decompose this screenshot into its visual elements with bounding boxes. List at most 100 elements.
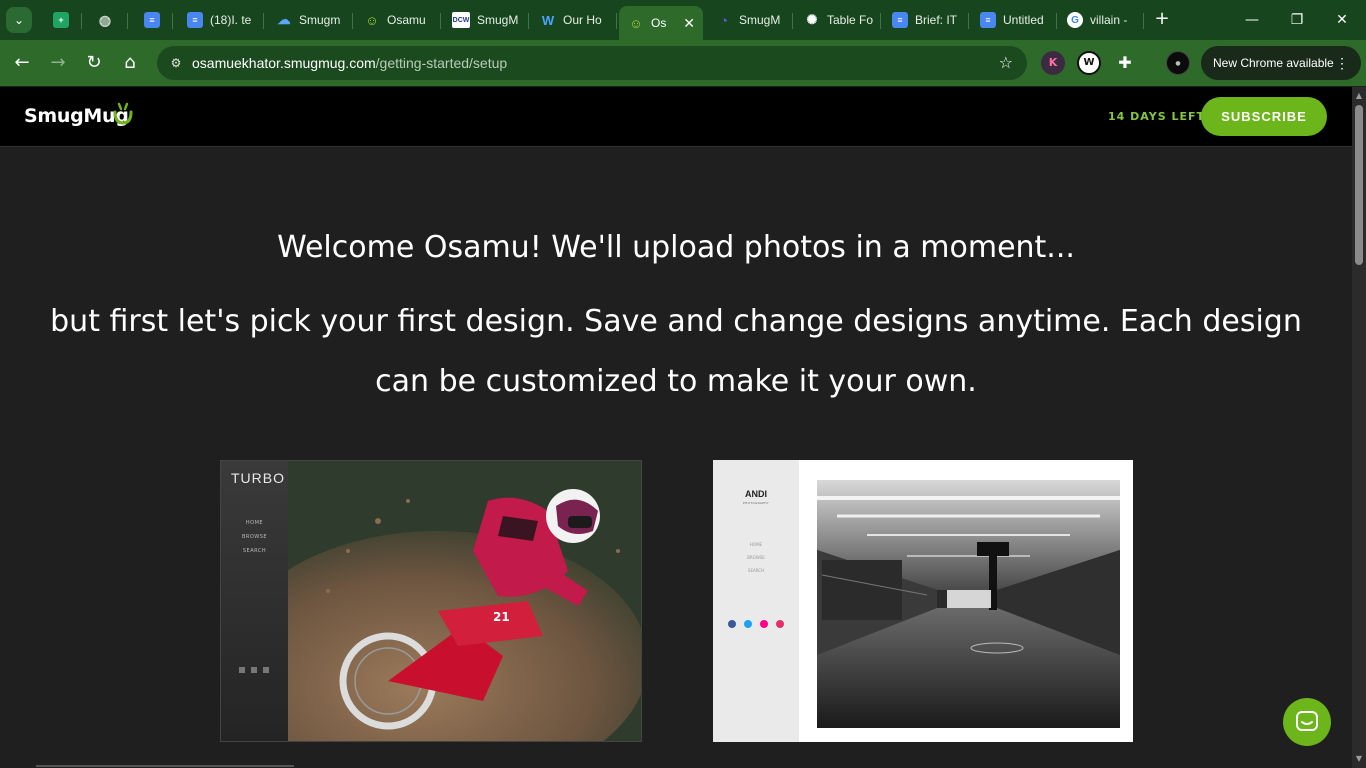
new-tab-button[interactable]: + — [1151, 8, 1173, 30]
tab-active-osamu[interactable]: ☺ Os ✕ — [619, 6, 703, 40]
preview-nav-item: SEARCH — [242, 548, 267, 554]
close-icon: ✕ — [1336, 12, 1348, 28]
tab-label: SmugM — [477, 13, 519, 27]
google-docs-icon: ≡ — [187, 12, 203, 28]
google-icon: G — [1067, 12, 1083, 28]
welcome-title: Welcome Osamu! We'll upload photos in a … — [277, 230, 1075, 265]
swirl-icon: ◔ — [720, 12, 728, 28]
page-scrollbar[interactable]: ▲ ▼ — [1352, 87, 1366, 768]
tab-osamu[interactable]: ☺ Osamu — [355, 5, 441, 35]
tab-label: villain - — [1090, 13, 1128, 27]
tab-our-home[interactable]: W Our Ho — [531, 5, 617, 35]
arrow-right-icon: → — [50, 52, 66, 73]
plus-icon: + — [1154, 8, 1170, 29]
globe-icon: ◍ — [98, 11, 112, 28]
design-name: ANDI — [745, 489, 767, 499]
design-tagline: PHOTOGRAPHY — [742, 501, 770, 505]
tab-smugmug-swirl[interactable]: ◔ SmugM — [707, 5, 793, 35]
instagram-icon — [776, 620, 784, 628]
chrome-update-button[interactable]: New Chrome available ⋮ — [1201, 46, 1361, 80]
tab-villain[interactable]: G villain - — [1058, 5, 1144, 35]
tab-smugmug-dcw[interactable]: DCW SmugM — [443, 5, 529, 35]
preview-nav-item: SEARCH — [747, 568, 765, 573]
subscribe-button[interactable]: SUBSCRIBE — [1201, 97, 1327, 136]
update-label: New Chrome available — [1213, 56, 1334, 70]
address-bar[interactable]: ⚙ osamuekhator.smugmug.com/getting-start… — [157, 46, 1027, 80]
google-docs-icon: ≡ — [892, 12, 908, 28]
browser-toolbar: ← → ↻ ⌂ ⚙ osamuekhator.smugmug.com/getti… — [0, 40, 1366, 86]
preview-nav-item: HOME — [749, 542, 763, 547]
preview-nav-item: BROWSE — [241, 534, 268, 540]
close-window-button[interactable]: ✕ — [1330, 8, 1354, 32]
google-docs-icon: ≡ — [144, 12, 160, 28]
close-icon[interactable]: ✕ — [683, 15, 695, 32]
cloud-icon: ☁ — [277, 12, 291, 27]
smugmug-face-icon — [113, 102, 133, 125]
chatgpt-icon: ✺ — [806, 12, 818, 27]
design-name: TURBO — [231, 470, 285, 486]
design-card-turbo[interactable]: TURBO HOME BROWSE SEARCH 21 — [220, 460, 642, 742]
url-host: osamuekhator.smugmug.com — [192, 55, 376, 71]
divider — [36, 765, 294, 767]
tab-docs-2[interactable]: ≡ (18)I. te — [178, 5, 264, 35]
scroll-down-icon[interactable]: ▼ — [1352, 752, 1366, 766]
google-docs-icon: ≡ — [980, 12, 996, 28]
motocross-photo: 21 — [288, 461, 641, 741]
extension-w-icon[interactable]: W — [1077, 51, 1101, 75]
andi-sidebar-preview: ANDI PHOTOGRAPHY HOME BROWSE SEARCH — [713, 460, 799, 742]
flickr-icon — [760, 620, 768, 628]
tab-label: Smugm — [299, 13, 341, 27]
tab-brief[interactable]: ≡ Brief: IT — [883, 5, 969, 35]
chat-launcher-button[interactable] — [1283, 698, 1331, 746]
profile-avatar[interactable]: ● — [1166, 51, 1190, 75]
forward-button[interactable]: → — [46, 51, 70, 75]
page-content: SmugMug 14 DAYS LEFT SUBSCRIBE Welcome O… — [0, 87, 1352, 768]
dcw-icon: DCW — [452, 12, 470, 28]
url-path: /getting-started/setup — [375, 55, 508, 71]
tab-sheets[interactable]: + — [44, 5, 82, 35]
tab-label: Our Ho — [563, 13, 602, 27]
welcome-subtitle: but first let's pick your first design. … — [50, 304, 1302, 399]
instagram-icon — [263, 667, 269, 673]
tab-smugmug-cloud[interactable]: ☁ Smugm — [267, 5, 353, 35]
svg-text:21: 21 — [493, 610, 510, 624]
url-text[interactable]: osamuekhator.smugmug.com/getting-started… — [192, 55, 507, 71]
tab-search-button[interactable]: ⌄ — [6, 7, 32, 33]
scroll-up-icon[interactable]: ▲ — [1352, 89, 1366, 103]
smugmug-icon: ☺ — [629, 15, 643, 31]
tab-docs-1[interactable]: ≡ — [135, 5, 173, 35]
tab-table-format[interactable]: ✺ Table Fo — [795, 5, 881, 35]
extension-k-icon[interactable]: K — [1041, 51, 1065, 75]
chevron-down-icon: ⌄ — [13, 13, 25, 27]
kebab-menu-icon[interactable]: ⋮ — [1335, 46, 1349, 80]
minimize-icon: — — [1245, 12, 1259, 28]
google-sheets-icon: + — [53, 12, 69, 28]
restore-icon: ❐ — [1290, 12, 1304, 28]
w-logo-icon: W — [541, 12, 555, 28]
chat-icon — [1296, 711, 1318, 731]
reload-button[interactable]: ↻ — [82, 51, 106, 75]
tab-label: Untitled — [1003, 13, 1044, 27]
tab-label: SmugM — [739, 13, 781, 27]
back-button[interactable]: ← — [10, 51, 34, 75]
home-icon: ⌂ — [124, 52, 136, 73]
tab-globe[interactable]: ◍ — [88, 5, 128, 35]
facebook-icon — [239, 667, 245, 673]
trial-days-left: 14 DAYS LEFT — [1108, 110, 1205, 123]
twitter-icon — [744, 620, 752, 628]
home-button[interactable]: ⌂ — [118, 51, 142, 75]
scroll-thumb[interactable] — [1355, 105, 1363, 265]
restore-button[interactable]: ❐ — [1285, 8, 1309, 32]
minimize-button[interactable]: — — [1240, 8, 1264, 32]
tab-label: Osamu — [387, 13, 426, 27]
extensions-puzzle-icon[interactable]: ✚ — [1113, 51, 1137, 75]
design-card-andi[interactable]: ANDI PHOTOGRAPHY HOME BROWSE SEARCH — [713, 460, 1133, 742]
arrow-left-icon: ← — [14, 52, 30, 73]
preview-nav-item: HOME — [245, 520, 264, 526]
smugmug-icon: ☺ — [365, 12, 379, 28]
tab-untitled[interactable]: ≡ Untitled — [971, 5, 1057, 35]
site-settings-icon[interactable]: ⚙ — [167, 54, 185, 72]
subway-station-photo — [817, 480, 1120, 728]
twitter-icon — [251, 667, 257, 673]
bookmark-star-icon[interactable]: ☆ — [999, 53, 1013, 72]
